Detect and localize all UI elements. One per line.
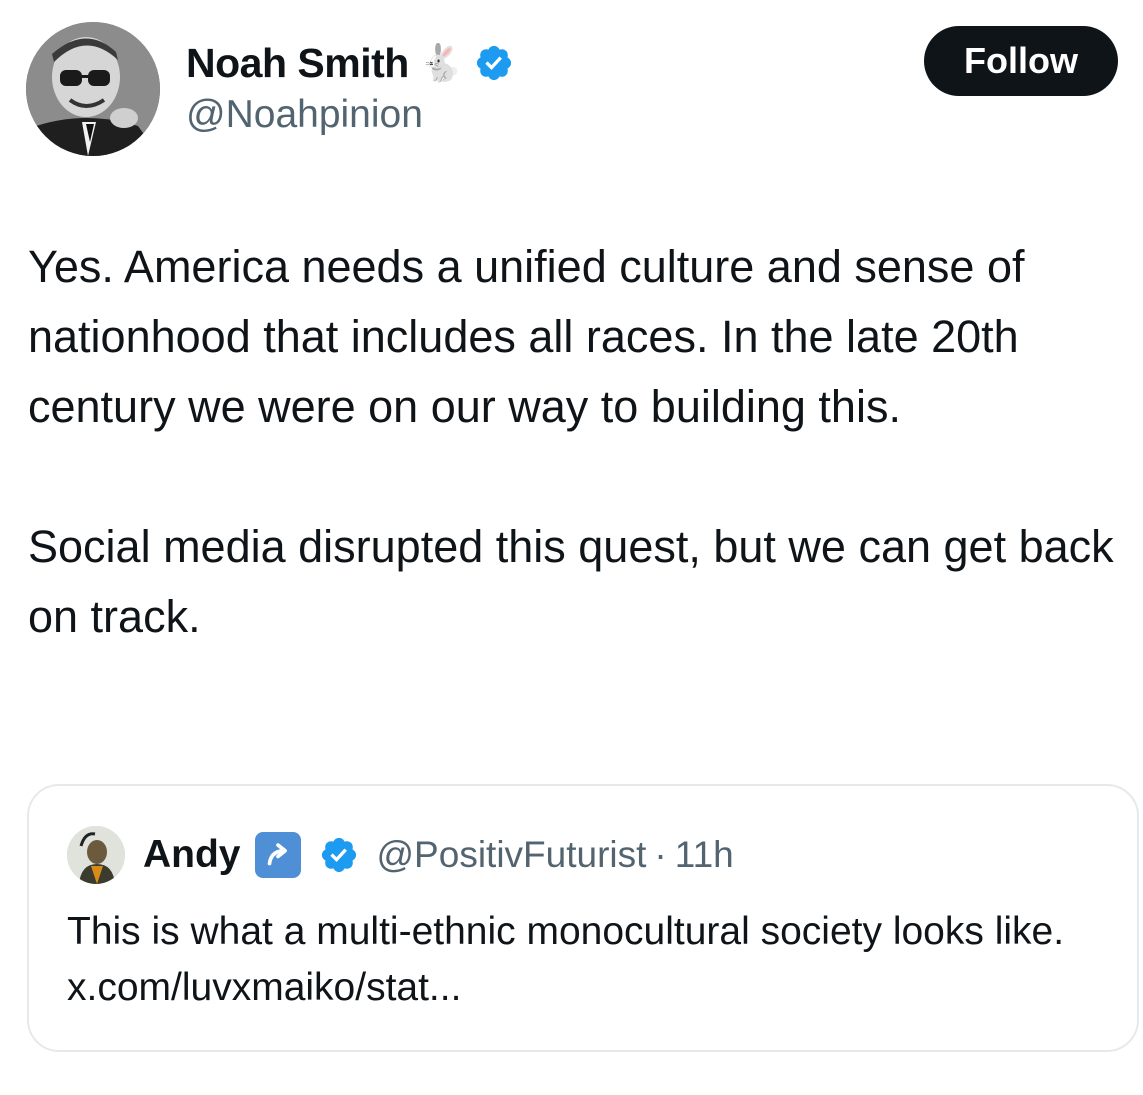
quoted-author-handle[interactable]: @PositivFuturist [377, 834, 647, 876]
quoted-tweet-header: Andy @PositivFuturist · 11h [67, 826, 734, 884]
separator-dot: · [654, 834, 667, 875]
quoted-author-avatar[interactable] [67, 826, 125, 884]
author-name-row: Noah Smith 🐇 [186, 38, 514, 88]
rabbit-emoji: 🐇 [418, 42, 464, 83]
quoted-tweet-card[interactable]: Andy @PositivFuturist · 11h This is what… [27, 784, 1139, 1052]
quoted-author-avatar-image [67, 826, 125, 884]
verified-badge-icon [319, 835, 359, 875]
up-arrow-badge-icon [254, 832, 301, 878]
quoted-author-name[interactable]: Andy [143, 833, 241, 877]
author-handle[interactable]: @Noahpinion [186, 93, 423, 137]
tweet-paragraph-1: Yes. America needs a unified culture and… [28, 241, 1037, 432]
author-avatar-image [26, 22, 160, 156]
tweet-paragraph-2: Social media disrupted this quest, but w… [28, 521, 1127, 642]
follow-button[interactable]: Follow [924, 26, 1118, 96]
tweet: Noah Smith 🐇 @Noahpinion Follow Yes. Ame… [0, 0, 1143, 1095]
tweet-text: Yes. America needs a unified culture and… [28, 232, 1128, 652]
verified-badge-icon [474, 43, 514, 83]
author-avatar[interactable] [26, 22, 160, 156]
author-name[interactable]: Noah Smith [186, 40, 409, 87]
quoted-tweet-text: This is what a multi-ethnic monocultural… [67, 910, 1065, 1009]
quoted-tweet-time[interactable]: 11h [675, 834, 734, 876]
